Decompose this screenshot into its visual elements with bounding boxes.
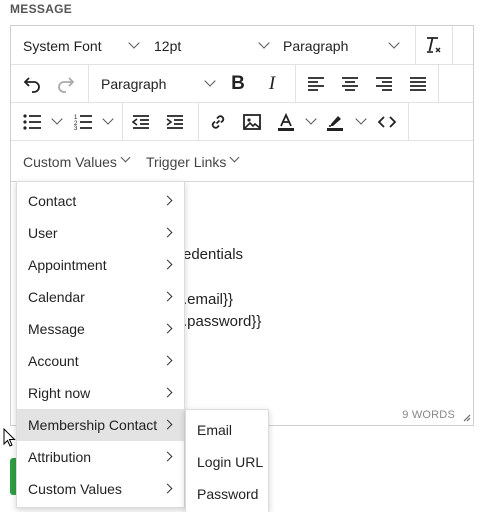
chevron-down-icon: [204, 75, 216, 87]
menu-item-user[interactable]: User: [17, 217, 184, 249]
menu-item-label: Account: [28, 353, 79, 369]
clear-formatting-icon[interactable]: [420, 33, 446, 57]
divider: [198, 103, 199, 140]
divider: [452, 26, 453, 64]
trigger-links-label: Trigger Links: [146, 154, 227, 170]
font-family-value: System Font: [23, 38, 102, 54]
menu-item-label: Contact: [28, 193, 77, 209]
align-right-icon[interactable]: [374, 74, 394, 94]
menu-item-appointment[interactable]: Appointment: [17, 249, 184, 281]
highlight-color-icon[interactable]: [324, 111, 346, 133]
menu-item-label: Attribution: [28, 449, 92, 465]
image-icon[interactable]: [241, 111, 263, 133]
menu-item-calendar[interactable]: Calendar: [17, 281, 184, 313]
chevron-right-icon: [162, 195, 173, 206]
undo-icon[interactable]: [21, 73, 43, 95]
block-format-dropdown[interactable]: Paragraph: [89, 65, 219, 102]
custom-values-dropdown[interactable]: Custom Values: [11, 141, 135, 181]
bold-icon[interactable]: B: [228, 73, 248, 95]
membership-contact-submenu: Email Login URL Password: [185, 409, 269, 512]
word-count: 9 WORDS: [402, 409, 455, 421]
menu-item-label: Appointment: [28, 257, 107, 273]
block-format-dropdown-top[interactable]: Paragraph: [278, 26, 408, 65]
divider: [122, 103, 123, 140]
chevron-right-icon: [162, 387, 173, 398]
chevron-down-icon[interactable]: [102, 113, 114, 125]
menu-item-contact[interactable]: Contact: [17, 185, 184, 217]
menu-item-attribution[interactable]: Attribution: [17, 441, 184, 473]
menu-item-right-now[interactable]: Right now: [17, 377, 184, 409]
align-justify-icon[interactable]: [408, 74, 428, 94]
align-left-icon[interactable]: [306, 74, 326, 94]
bullet-list-icon[interactable]: [22, 112, 42, 132]
chevron-down-icon: [120, 152, 131, 163]
menu-item-message[interactable]: Message: [17, 313, 184, 345]
numbered-list-icon[interactable]: 123: [73, 112, 93, 132]
chevron-down-icon: [128, 37, 140, 49]
block-format-value-top: Paragraph: [283, 38, 349, 54]
chevron-down-icon: [388, 37, 400, 49]
chevron-down-icon: [258, 37, 270, 49]
chevron-right-icon: [162, 323, 173, 334]
align-center-icon[interactable]: [340, 74, 360, 94]
divider: [408, 103, 409, 140]
chevron-down-icon[interactable]: [51, 113, 63, 125]
menu-item-custom-values[interactable]: Custom Values: [17, 473, 184, 505]
chevron-down-icon[interactable]: [355, 113, 367, 125]
chevron-right-icon: [162, 259, 173, 270]
chevron-right-icon: [162, 291, 173, 302]
content-line: .email}}: [183, 291, 234, 308]
outdent-icon[interactable]: [131, 112, 151, 132]
link-icon[interactable]: [207, 111, 229, 133]
custom-values-label: Custom Values: [23, 154, 117, 170]
toolbar-row-4: Custom Values Trigger Links: [11, 141, 473, 182]
text-color-icon[interactable]: [275, 111, 297, 133]
italic-icon[interactable]: I: [262, 73, 282, 95]
divider: [438, 65, 439, 102]
toolbar-row-1: System Font 12pt Paragraph: [11, 26, 473, 65]
font-size-dropdown[interactable]: 12pt: [148, 26, 278, 65]
menu-item-label: Custom Values: [28, 481, 122, 497]
content-line: edentials: [183, 246, 244, 263]
block-format-value: Paragraph: [101, 76, 167, 92]
chevron-right-icon: [162, 451, 173, 462]
chevron-right-icon: [162, 483, 173, 494]
chevron-right-icon: [162, 227, 173, 238]
menu-item-label: Membership Contact: [28, 417, 158, 433]
chevron-right-icon: [162, 355, 173, 366]
message-label: MESSAGE: [10, 2, 73, 16]
redo-icon[interactable]: [55, 73, 77, 95]
menu-item-label: User: [28, 225, 58, 241]
menu-item-membership-contact[interactable]: Membership Contact: [17, 409, 184, 441]
menu-item-label: Calendar: [28, 289, 85, 305]
menu-item-account[interactable]: Account: [17, 345, 184, 377]
divider: [295, 65, 296, 102]
trigger-links-dropdown[interactable]: Trigger Links: [141, 141, 246, 181]
toolbar-row-2: Paragraph B I: [11, 65, 473, 103]
menu-item-label: Right now: [28, 385, 91, 401]
font-size-value: 12pt: [154, 38, 182, 54]
source-code-icon[interactable]: [376, 111, 398, 133]
svg-text:3: 3: [74, 126, 78, 130]
submenu-item-password[interactable]: Password: [197, 486, 258, 502]
chevron-right-icon: [162, 419, 173, 430]
submenu-item-email[interactable]: Email: [197, 422, 232, 438]
chevron-down-icon: [229, 152, 240, 163]
custom-values-menu: Contact User Appointment Calendar Messag…: [16, 181, 185, 508]
resize-handle-icon[interactable]: [461, 412, 471, 422]
toolbar-row-3: 123: [11, 103, 473, 141]
font-family-dropdown[interactable]: System Font: [11, 26, 148, 65]
mouse-cursor-icon: [3, 428, 16, 447]
chevron-down-icon[interactable]: [305, 113, 317, 125]
divider: [415, 26, 416, 64]
menu-item-label: Message: [28, 321, 85, 337]
submenu-item-login-url[interactable]: Login URL: [197, 454, 263, 470]
content-line: .password}}: [183, 313, 262, 330]
indent-icon[interactable]: [165, 112, 185, 132]
